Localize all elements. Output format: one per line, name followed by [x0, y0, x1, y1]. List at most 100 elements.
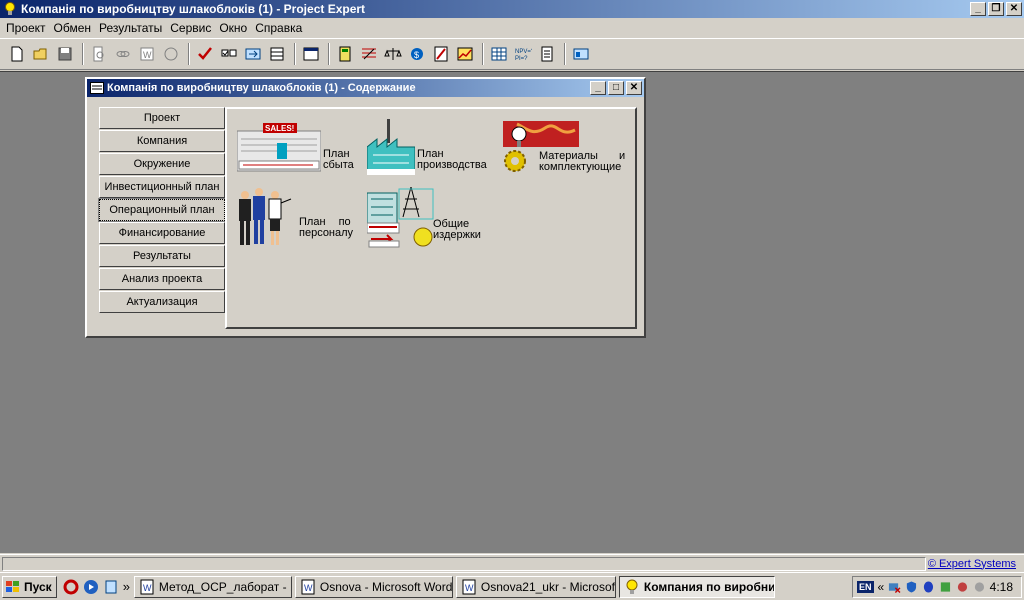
word-doc-icon: W	[301, 579, 315, 594]
task-osnova21[interactable]: W Osnova21_ukr - Microsof...	[455, 575, 616, 598]
nav-financing[interactable]: Финансирование	[99, 222, 225, 244]
restore-button[interactable]: ❐	[988, 2, 1004, 16]
svg-text:SALES!: SALES!	[265, 124, 294, 133]
chart-icon[interactable]	[454, 43, 476, 65]
media-player-icon[interactable]	[83, 579, 99, 595]
contents-window-title: Компанія по виробництву шлакоблоків (1) …	[107, 82, 416, 94]
windows-logo-icon	[6, 580, 19, 592]
task-osnova[interactable]: W Osnova - Microsoft Word	[294, 575, 453, 598]
menu-help[interactable]: Справка	[251, 21, 306, 35]
task-method-doc[interactable]: W Метод_ОСР_лаборат - ...	[133, 575, 292, 598]
clock[interactable]: 4:18	[990, 580, 1013, 594]
overheads-label-2: издержки	[433, 229, 481, 241]
contents-window[interactable]: Компанія по виробництву шлакоблоків (1) …	[85, 77, 646, 338]
app-title: Компанія по виробництву шлакоблоків (1) …	[21, 2, 366, 16]
materials-label-2: комплектующие	[539, 161, 622, 173]
tray-chevron[interactable]: «	[878, 580, 885, 594]
checkmark-icon[interactable]	[194, 43, 216, 65]
close-button[interactable]: ✕	[1006, 2, 1022, 16]
quick-launch-chevron[interactable]: »	[123, 579, 130, 594]
svg-text:NPV=?: NPV=?	[515, 49, 532, 55]
svg-text:$: $	[414, 50, 419, 60]
grid-table-icon[interactable]	[488, 43, 510, 65]
new-file-icon[interactable]	[6, 43, 28, 65]
opera-icon[interactable]	[63, 579, 79, 595]
report-edit-icon[interactable]	[430, 43, 452, 65]
status-pane	[2, 557, 926, 571]
task-project-expert[interactable]: Компания по виробни...	[618, 575, 775, 598]
expert-systems-link[interactable]: © Expert Systems	[928, 558, 1016, 570]
status-bar: © Expert Systems	[0, 554, 1024, 572]
system-tray: EN « 4:18	[852, 576, 1022, 598]
open-folder-icon[interactable]	[30, 43, 52, 65]
checkbox-list-icon[interactable]	[218, 43, 240, 65]
svg-text:W: W	[143, 583, 152, 593]
tile-production-plan[interactable]: План производства	[367, 119, 487, 175]
nav-environment[interactable]: Окружение	[99, 153, 225, 175]
word-doc-icon: W	[462, 579, 476, 594]
nav-project[interactable]: Проект	[99, 107, 225, 129]
menu-service[interactable]: Сервис	[166, 21, 215, 35]
save-icon[interactable]	[54, 43, 76, 65]
shield-icon[interactable]	[905, 580, 918, 594]
sales-counter-icon: SALES!	[237, 123, 321, 172]
toolbar: W $ NPV=?PI=?	[0, 38, 1024, 70]
tile-materials[interactable]: Материалы и комплектующие	[503, 121, 625, 175]
antivirus-icon[interactable]	[956, 580, 969, 594]
minimize-button[interactable]: _	[970, 2, 986, 16]
network-icon[interactable]	[888, 580, 901, 594]
balance-scale-icon[interactable]	[382, 43, 404, 65]
nav-investment-plan[interactable]: Инвестиционный план	[99, 176, 225, 198]
export-report-icon[interactable]	[570, 43, 592, 65]
calculator-icon[interactable]	[334, 43, 356, 65]
nav-actualization[interactable]: Актуализация	[99, 291, 225, 313]
section-nav: Проект Компания Окружение Инвестиционный…	[98, 107, 226, 314]
tile-overheads[interactable]: Общие издержки	[367, 187, 481, 249]
link-icon[interactable]	[112, 43, 134, 65]
globe-icon[interactable]	[160, 43, 182, 65]
report-icon[interactable]	[536, 43, 558, 65]
svg-text:W: W	[143, 50, 152, 60]
tile-staff-plan[interactable]: План по персоналу	[235, 187, 353, 249]
lightbulb-icon	[5, 2, 15, 15]
child-minimize-button[interactable]: _	[590, 81, 606, 95]
production-plan-label-2: производства	[417, 159, 487, 171]
tile-sales-plan[interactable]: SALES! План сбыта	[237, 123, 354, 175]
window-icon[interactable]	[300, 43, 322, 65]
update-icon[interactable]	[973, 580, 986, 594]
language-indicator[interactable]: EN	[857, 581, 874, 593]
menu-project[interactable]: Проект	[2, 21, 50, 35]
currency-icon[interactable]: $	[406, 43, 428, 65]
start-button[interactable]: Пуск	[2, 575, 57, 598]
puzzle-icon[interactable]	[939, 580, 952, 594]
taskbar: Пуск » W Метод_ОСР_лаборат - ... W Osnov…	[0, 572, 1024, 600]
print-preview-icon[interactable]	[88, 43, 110, 65]
bluetooth-icon[interactable]	[922, 580, 935, 594]
child-maximize-button[interactable]: □	[608, 81, 624, 95]
operating-plan-panel: SALES! План сбыта План производства Мате…	[225, 107, 637, 329]
people-icon	[239, 188, 292, 245]
menu-window[interactable]: Окно	[215, 21, 251, 35]
npv-pi-icon[interactable]: NPV=?PI=?	[512, 43, 534, 65]
nav-operating-plan[interactable]: Операционный план	[98, 198, 226, 222]
child-close-button[interactable]: ✕	[626, 81, 642, 95]
nav-results[interactable]: Результаты	[99, 245, 225, 267]
cash-flow-icon[interactable]	[358, 43, 380, 65]
overheads-icon	[367, 187, 434, 248]
document-window-icon	[90, 82, 104, 94]
start-label: Пуск	[24, 579, 52, 594]
notepad-icon[interactable]	[103, 579, 119, 595]
table-icon[interactable]	[266, 43, 288, 65]
nav-project-analysis[interactable]: Анализ проекта	[99, 268, 225, 290]
word-doc-icon: W	[140, 579, 154, 594]
factory-icon	[367, 119, 415, 175]
sales-plan-label-2: сбыта	[323, 159, 354, 171]
menu-exchange[interactable]: Обмен	[50, 21, 96, 35]
menu-results[interactable]: Результаты	[95, 21, 166, 35]
word-export-icon[interactable]: W	[136, 43, 158, 65]
transfer-icon[interactable]	[242, 43, 264, 65]
nav-company[interactable]: Компания	[99, 130, 225, 152]
app-titlebar[interactable]: Компанія по виробництву шлакоблоків (1) …	[0, 0, 1024, 18]
quick-launch	[63, 579, 119, 595]
contents-window-titlebar[interactable]: Компанія по виробництву шлакоблоків (1) …	[87, 79, 644, 97]
